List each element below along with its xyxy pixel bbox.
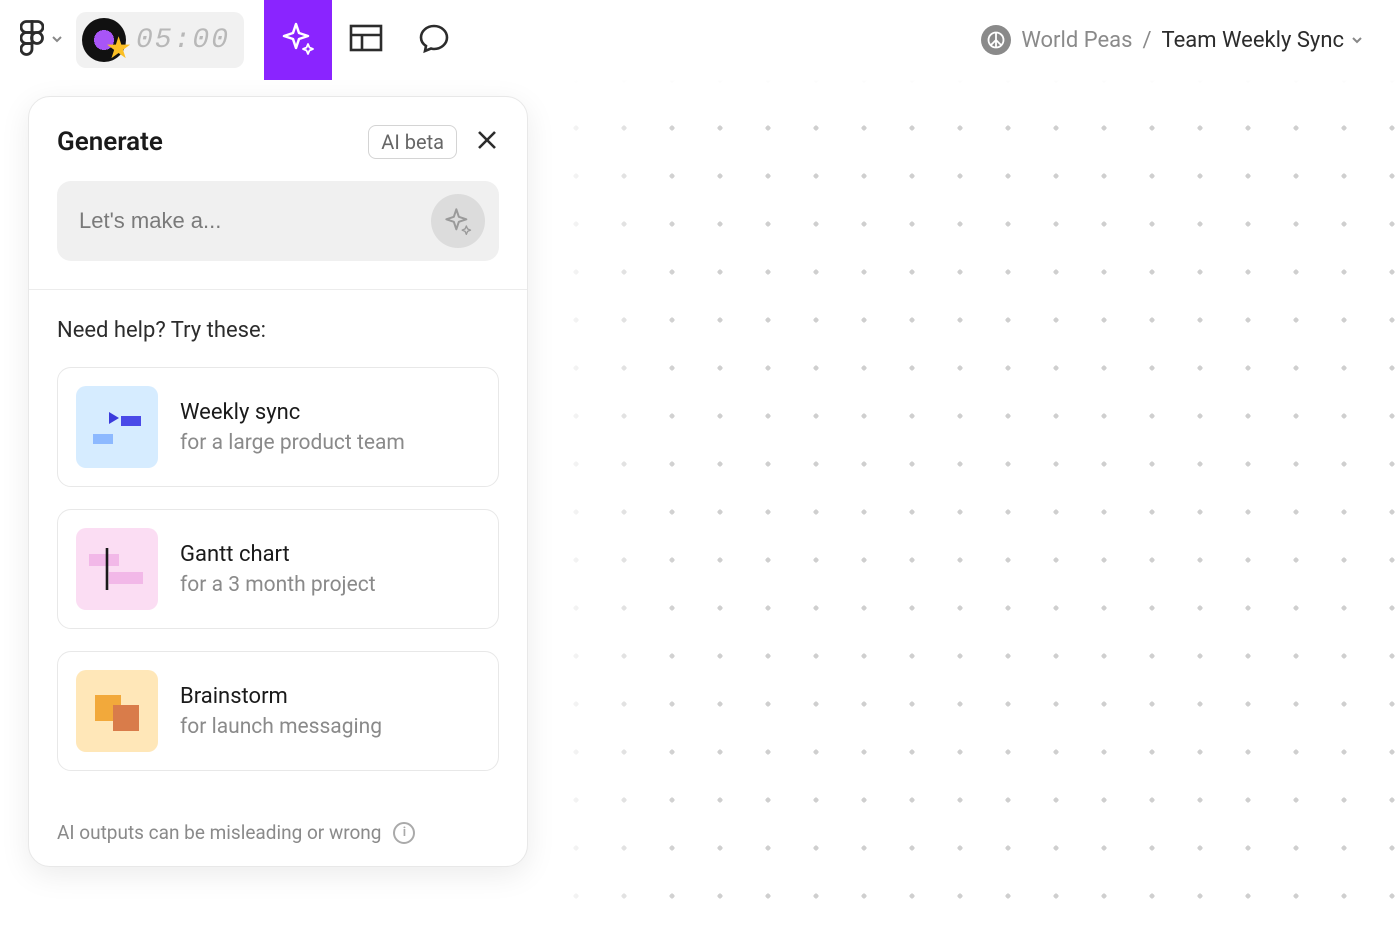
suggestion-subtitle: for launch messaging — [180, 715, 382, 739]
weekly-sync-thumb-icon — [87, 402, 147, 452]
close-icon — [475, 128, 499, 152]
suggestion-gantt-chart[interactable]: Gantt chart for a 3 month project — [57, 509, 499, 629]
suggestion-text: Weekly sync for a large product team — [180, 400, 405, 455]
breadcrumb-file[interactable]: Team Weekly Sync — [1162, 28, 1364, 53]
project-avatar — [981, 25, 1011, 55]
suggestion-subtitle: for a 3 month project — [180, 573, 376, 597]
prompt-box — [57, 181, 499, 261]
breadcrumb-project[interactable]: World Peas — [1021, 28, 1132, 53]
suggestion-text: Gantt chart for a 3 month project — [180, 542, 376, 597]
table-icon — [349, 24, 383, 56]
generate-submit-button[interactable] — [431, 194, 485, 248]
top-toolbar: ★ 05:00 — [0, 0, 1400, 80]
ai-generate-tool[interactable] — [264, 0, 332, 80]
suggestion-text: Brainstorm for launch messaging — [180, 684, 382, 739]
generate-panel: Generate AI beta Need help? Try these: — [28, 96, 528, 867]
close-panel-button[interactable] — [475, 128, 499, 156]
suggestion-brainstorm[interactable]: Brainstorm for launch messaging — [57, 651, 499, 771]
breadcrumb-separator: / — [1142, 28, 1151, 53]
timer-display: 05:00 — [136, 25, 230, 56]
star-icon: ★ — [105, 31, 132, 66]
comment-tool[interactable] — [400, 0, 468, 80]
suggestion-title: Weekly sync — [180, 400, 405, 425]
suggestions-heading: Need help? Try these: — [57, 318, 499, 343]
breadcrumb: World Peas / Team Weekly Sync — [981, 25, 1380, 55]
suggestion-thumb-gantt — [76, 528, 158, 610]
brainstorm-thumb-icon — [87, 685, 147, 737]
suggestion-thumb-brainstorm — [76, 670, 158, 752]
chat-bubble-icon — [418, 22, 450, 58]
generate-prompt-input[interactable] — [79, 208, 431, 234]
gantt-thumb-icon — [85, 542, 149, 596]
chevron-down-icon — [50, 31, 64, 50]
breadcrumb-file-label: Team Weekly Sync — [1162, 28, 1344, 53]
prompt-row — [29, 181, 527, 289]
suggestion-weekly-sync[interactable]: Weekly sync for a large product team — [57, 367, 499, 487]
suggestions-section: Need help? Try these: Weekly sync for a … — [29, 290, 527, 821]
table-tool[interactable] — [332, 0, 400, 80]
peace-icon — [987, 31, 1005, 49]
info-icon[interactable]: i — [393, 822, 415, 844]
ai-disclaimer-text: AI outputs can be misleading or wrong — [57, 821, 381, 844]
figma-logo-icon — [20, 20, 44, 60]
generate-panel-title: Generate — [57, 127, 163, 157]
suggestion-subtitle: for a large product team — [180, 431, 405, 455]
sparkle-icon — [443, 206, 473, 236]
timer-widget[interactable]: ★ 05:00 — [76, 12, 244, 68]
suggestion-title: Brainstorm — [180, 684, 382, 709]
generate-panel-header: Generate AI beta — [29, 97, 527, 181]
suggestion-title: Gantt chart — [180, 542, 376, 567]
ai-disclaimer: AI outputs can be misleading or wrong i — [29, 821, 527, 866]
ai-beta-badge: AI beta — [368, 125, 457, 159]
main-menu[interactable] — [20, 20, 64, 60]
suggestion-thumb-weekly — [76, 386, 158, 468]
chevron-down-icon — [1350, 33, 1364, 47]
timer-music-icon: ★ — [82, 18, 126, 62]
sparkle-icon — [280, 20, 316, 60]
